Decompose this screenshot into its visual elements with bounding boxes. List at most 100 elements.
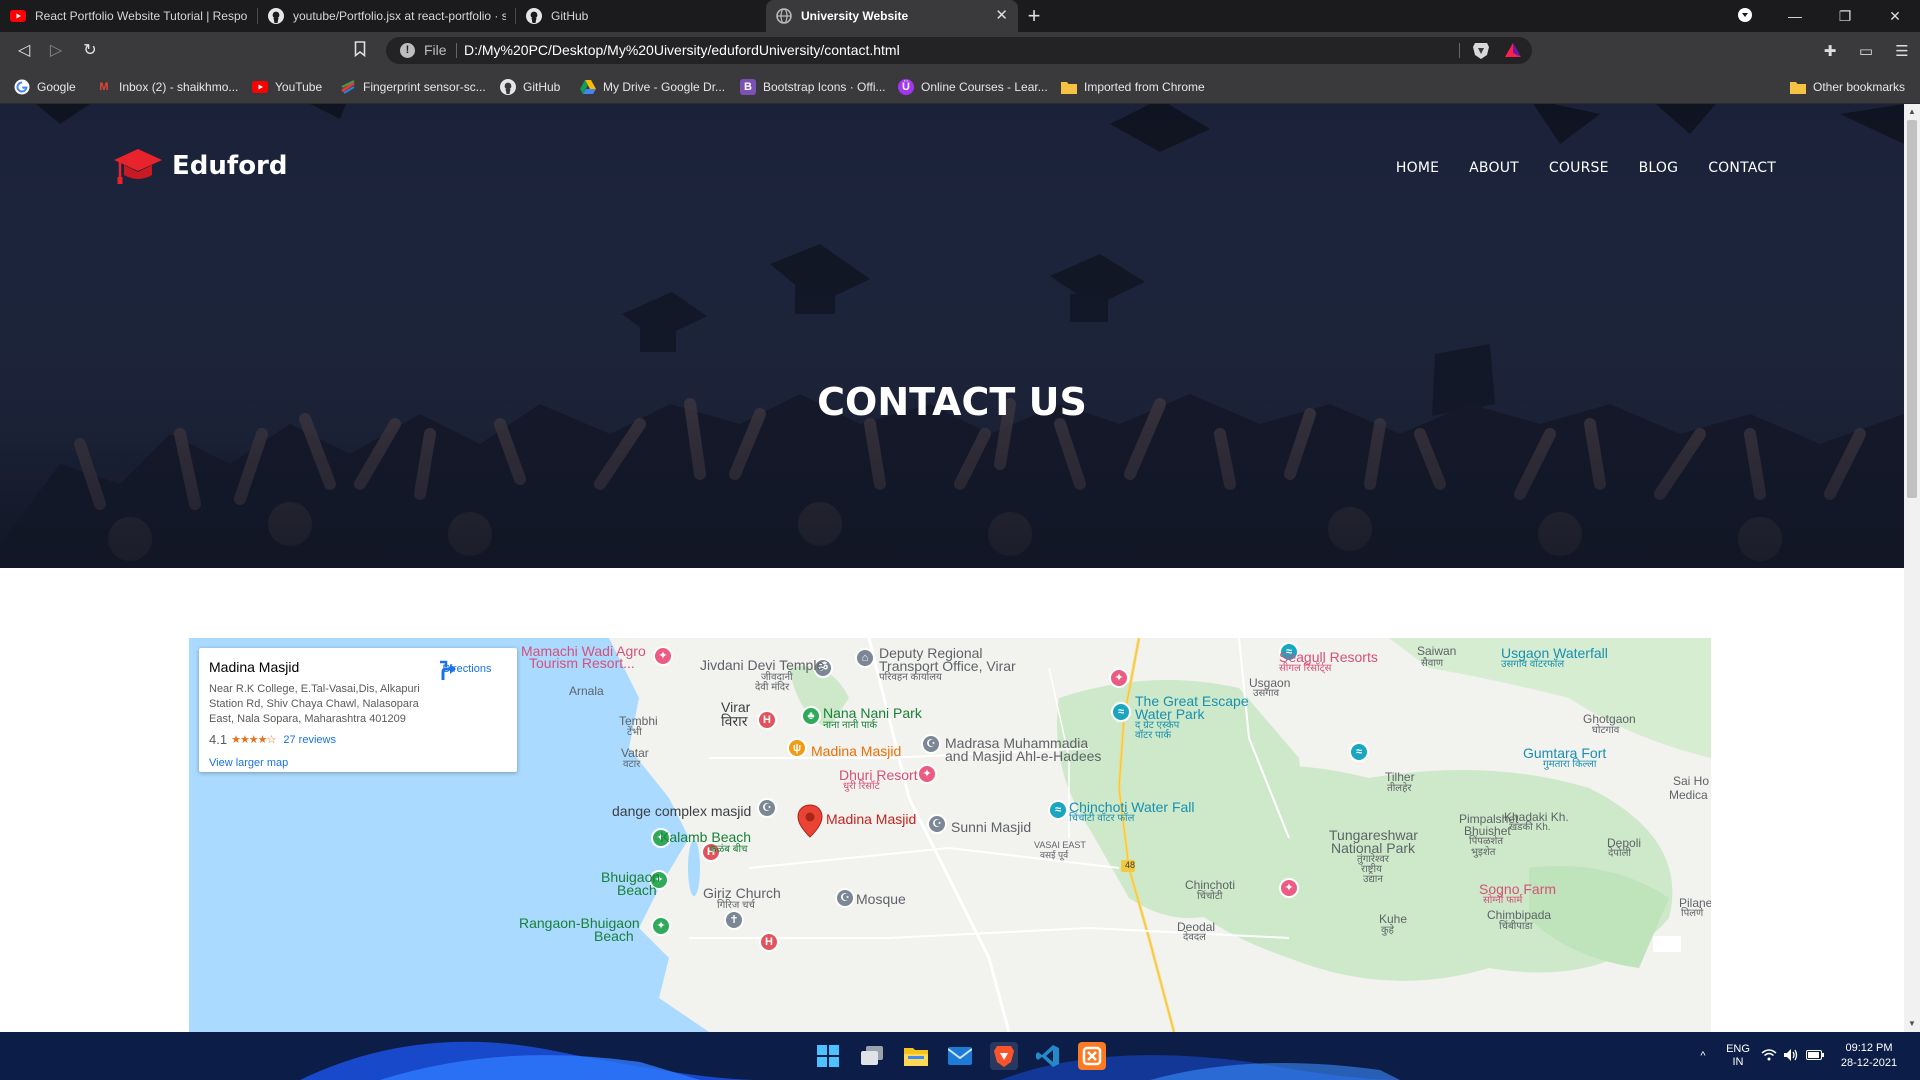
bookmark-inbox[interactable]: M Inbox (2) - shaikhmo... bbox=[96, 78, 238, 96]
brave-rewards-icon[interactable] bbox=[1504, 41, 1522, 59]
directions-icon bbox=[440, 660, 456, 680]
bookmark-bootstrap[interactable]: B Bootstrap Icons · Offi... bbox=[740, 78, 886, 96]
hospital-pin-icon[interactable]: H bbox=[757, 710, 777, 730]
nav-about[interactable]: ABOUT bbox=[1469, 160, 1519, 176]
bookmark-icon[interactable] bbox=[354, 41, 366, 62]
page-title: CONTACT US bbox=[817, 380, 1087, 424]
park-pin-icon[interactable]: ♣ bbox=[801, 706, 821, 726]
close-tab-icon[interactable]: ✕ bbox=[995, 8, 1008, 24]
bootstrap-icon: B bbox=[740, 79, 756, 95]
xampp-icon[interactable] bbox=[1078, 1042, 1106, 1070]
tab-github-portfolio[interactable]: youtube/Portfolio.jsx at react-portfolio… bbox=[258, 0, 516, 32]
github-icon bbox=[526, 8, 542, 24]
url-text[interactable]: D:/My%20PC/Desktop/My%20Uiversity/edufor… bbox=[464, 42, 900, 58]
bookmark-other[interactable]: Other bookmarks bbox=[1790, 78, 1905, 96]
tab-github[interactable]: GitHub bbox=[516, 0, 766, 32]
church-pin-icon[interactable]: ✝ bbox=[724, 910, 744, 930]
brave-shields-icon[interactable] bbox=[1472, 41, 1490, 60]
bookmark-imported[interactable]: Imported from Chrome bbox=[1061, 78, 1205, 96]
brave-browser-icon[interactable] bbox=[990, 1042, 1018, 1070]
fort-pin-icon[interactable]: ≈ bbox=[1349, 742, 1369, 762]
view-larger-map-link[interactable]: View larger map bbox=[209, 757, 288, 769]
rating-stars-icon: ★★★★☆ bbox=[231, 734, 276, 746]
google-map-embed[interactable]: ✦ ॐ ⌂ ✦ ≈ H ♣ ≈ ψ ☪ ≈ ✦ ☪ ≈ ☪ ✦ H ✦ ✦ ☪ … bbox=[189, 638, 1711, 1032]
site-info-icon[interactable]: ! bbox=[400, 43, 415, 58]
tab-strip: React Portfolio Website Tutorial | Respo… bbox=[0, 0, 1920, 32]
windows-taskbar: ^ ENG IN 09:12 PM 28-12-2021 bbox=[0, 1032, 1920, 1080]
reload-icon[interactable]: ↻ bbox=[80, 41, 100, 61]
vscode-icon[interactable] bbox=[1034, 1042, 1062, 1070]
forward-icon[interactable]: ▷ bbox=[46, 41, 66, 61]
youtube-icon bbox=[252, 79, 268, 95]
minimize-icon[interactable]: — bbox=[1770, 8, 1820, 24]
scroll-down-icon[interactable]: ▼ bbox=[1904, 1016, 1920, 1032]
nav-contact[interactable]: CONTACT bbox=[1708, 160, 1776, 176]
file-explorer-icon[interactable] bbox=[902, 1042, 930, 1070]
extensions-icon[interactable]: ✚ bbox=[1812, 42, 1848, 60]
clock[interactable]: 09:12 PM 28-12-2021 bbox=[1828, 1041, 1910, 1071]
bookmark-drive[interactable]: My Drive - Google Dr... bbox=[580, 78, 725, 96]
volume-icon[interactable] bbox=[1780, 1048, 1802, 1065]
bookmark-youtube[interactable]: YouTube bbox=[252, 78, 322, 96]
directions-button[interactable]: Directions bbox=[437, 660, 497, 680]
back-icon[interactable]: ◁ bbox=[14, 41, 34, 61]
github-icon bbox=[500, 79, 516, 95]
resort-pin-icon[interactable]: ✦ bbox=[917, 764, 937, 784]
profile-icon[interactable] bbox=[1720, 7, 1770, 26]
waterfall-pin-icon[interactable]: ≈ bbox=[1048, 800, 1068, 820]
place-info-card: Madina Masjid Near R.K College, E.Tal-Va… bbox=[199, 648, 517, 772]
bookmarks-bar: Google M Inbox (2) - shaikhmo... YouTube… bbox=[0, 69, 1920, 104]
page-scrollbar[interactable]: ▲ ▼ bbox=[1904, 104, 1920, 1032]
nav-course[interactable]: COURSE bbox=[1549, 160, 1609, 176]
tab-university-website[interactable]: University Website ✕ bbox=[766, 0, 1018, 32]
water-park-pin-icon[interactable]: ≈ bbox=[1111, 702, 1131, 722]
nav-blog[interactable]: BLOG bbox=[1639, 160, 1679, 176]
bookmark-google[interactable]: Google bbox=[14, 78, 76, 96]
new-tab-button[interactable]: + bbox=[1018, 0, 1050, 32]
government-pin-icon[interactable]: ⌂ bbox=[855, 648, 875, 668]
tab-react-portfolio[interactable]: React Portfolio Website Tutorial | Respo… bbox=[0, 0, 258, 32]
beach-pin-icon[interactable]: ✦ bbox=[651, 916, 671, 936]
madrasa-pin-icon[interactable]: ☪ bbox=[921, 734, 941, 754]
toolbar: ◁ ▷ ↻ ! File D:/My%20PC/Desktop/My%20Uiv… bbox=[0, 32, 1920, 69]
battery-icon[interactable] bbox=[1802, 1049, 1828, 1063]
hero-banner: Eduford HOME ABOUT COURSE BLOG CONTACT C… bbox=[0, 104, 1904, 568]
globe-icon bbox=[776, 8, 792, 24]
farm-pin-icon[interactable]: ✦ bbox=[1279, 878, 1299, 898]
bookmark-github[interactable]: GitHub bbox=[500, 78, 560, 96]
scrollbar-thumb[interactable] bbox=[1907, 120, 1917, 498]
graduation-cap-icon bbox=[114, 149, 162, 184]
menu-icon[interactable]: ☰ bbox=[1884, 42, 1920, 60]
bookmark-fingerprint[interactable]: Fingerprint sensor-sc... bbox=[340, 78, 486, 96]
nav-home[interactable]: HOME bbox=[1396, 160, 1439, 176]
mosque-pin-icon[interactable]: ☪ bbox=[835, 888, 855, 908]
restore-icon[interactable]: ❐ bbox=[1820, 8, 1870, 25]
windows-start-icon[interactable] bbox=[814, 1042, 842, 1070]
folder-icon bbox=[1061, 79, 1077, 95]
gmail-icon: M bbox=[99, 81, 109, 93]
folder-icon bbox=[1790, 79, 1806, 95]
brand-name: Eduford bbox=[172, 151, 288, 181]
language-indicator[interactable]: ENG IN bbox=[1718, 1043, 1758, 1069]
task-view-icon[interactable] bbox=[858, 1042, 886, 1070]
wallet-icon[interactable]: ▭ bbox=[1848, 42, 1884, 60]
bookmark-online-courses[interactable]: Ü Online Courses - Lear... bbox=[898, 78, 1048, 96]
attraction-pin-icon[interactable]: ✦ bbox=[653, 646, 673, 666]
hospital-pin-icon[interactable]: H bbox=[759, 932, 779, 952]
main-nav: HOME ABOUT COURSE BLOG CONTACT bbox=[1366, 160, 1776, 176]
restaurant-pin-icon[interactable]: ψ bbox=[787, 738, 807, 758]
mail-icon[interactable] bbox=[946, 1042, 974, 1070]
fingerprint-icon bbox=[340, 79, 356, 95]
close-window-icon[interactable]: ✕ bbox=[1870, 8, 1920, 25]
reviews-link[interactable]: 27 reviews bbox=[283, 734, 336, 746]
chevron-up-icon[interactable]: ^ bbox=[1688, 1050, 1718, 1062]
youtube-icon bbox=[10, 8, 26, 24]
address-bar[interactable]: ! File D:/My%20PC/Desktop/My%20Uiversity… bbox=[354, 37, 1532, 64]
mosque-pin-icon[interactable]: ☪ bbox=[757, 798, 777, 818]
mosque-pin-icon[interactable]: ☪ bbox=[927, 814, 947, 834]
scroll-up-icon[interactable]: ▲ bbox=[1904, 104, 1920, 120]
resort-pin-icon[interactable]: ✦ bbox=[1109, 668, 1129, 688]
wifi-icon[interactable] bbox=[1758, 1048, 1780, 1064]
site-logo[interactable]: Eduford bbox=[112, 144, 288, 188]
map-marker-icon[interactable] bbox=[797, 804, 823, 838]
